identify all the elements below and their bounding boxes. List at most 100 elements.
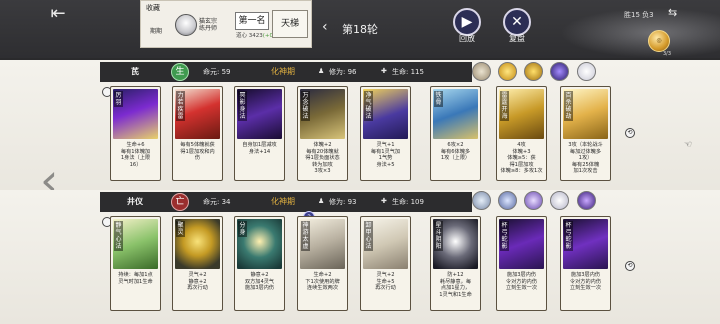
life-value: 34	[221, 198, 231, 206]
card[interactable]: 百杀破劫 3攻（本轮战斗 每加过体魄多 1攻） 每有25体魄 加1次攻击	[560, 86, 611, 181]
card[interactable]: 聚灵 灵气+2 静意+2 再次行动	[172, 216, 223, 311]
skill-gold-icon[interactable]	[524, 62, 543, 81]
card-name: 分身	[238, 221, 247, 237]
realm-badge: 生	[171, 63, 189, 81]
share-icon[interactable]: ⇆	[668, 6, 682, 20]
card-name: 力若疾雷	[176, 91, 185, 121]
score-prefix: 道心	[236, 33, 248, 39]
skill-purple-icon[interactable]	[577, 191, 596, 210]
pointer-icon: ☜	[684, 140, 693, 150]
card-desc: 生命+2 下1次使用的牌 连续生效两次	[305, 272, 340, 291]
card[interactable]: 分身 静意+2 双方加4灵气 施加3层内伤	[234, 216, 285, 311]
favorite-label[interactable]: 收藏	[146, 3, 160, 13]
skill-spiral-icon[interactable]	[524, 191, 543, 210]
card-desc: 灵气+1 每有1灵气加 1气势 身法+5	[370, 142, 401, 168]
gold-coin-icon[interactable]: ◎	[648, 30, 670, 52]
card[interactable]: 万念破法 体魄+2 每有20体魄就 得1层负面状态 转为加攻 3攻×3	[297, 86, 348, 181]
coin-count: 3/3	[663, 51, 672, 57]
view-deck-icon[interactable]: ⟲	[625, 261, 635, 271]
chevron-left-icon[interactable]: ‹	[322, 20, 334, 34]
card[interactable]: 杯弓蛇影 施加3层内伤 令对方的内伤 立刻生效一次	[560, 216, 611, 311]
card-desc: 每有5体魄就获 得1层加攻和内 伤	[180, 142, 215, 161]
rank-badge: 第一名	[235, 12, 269, 30]
skill-white-icon[interactable]	[550, 191, 569, 210]
skill-spiral-icon[interactable]	[498, 191, 517, 210]
score-line: 道心 3423(+0)	[236, 31, 275, 39]
life-value: 59	[221, 68, 231, 76]
skill-gold-icon[interactable]	[498, 62, 517, 81]
ladder-button[interactable]: 天梯	[272, 10, 308, 38]
realm-label: 化神期	[271, 67, 295, 76]
card[interactable]: 厉羽 生命+6 每有1体魄加 1身法（上限 16）	[110, 86, 161, 181]
card-desc: 3攻（本轮战斗 每加过体魄多 1攻） 每有25体魄 加1次攻击	[568, 142, 603, 174]
card-name: 雷霆开海	[500, 91, 509, 121]
hp-icon: ✚	[381, 197, 387, 205]
card-desc: 静意+2 双方加4灵气 施加3层内伤	[244, 272, 275, 291]
card[interactable]: 静气心法 持续：每加1点 灵气时加1生命	[110, 216, 161, 311]
card[interactable]: 星斗阴阳 防+12 耗尽静意，每 点加1星力， 1灵气和1生命	[430, 216, 481, 311]
skill-portrait-icon[interactable]	[472, 62, 491, 81]
card-name: 冥影身法	[238, 91, 247, 121]
life-label: 命元:	[203, 198, 220, 206]
win-loss-record: 胜15 负3	[624, 11, 654, 19]
card-desc: 生命+6 每有1体魄加 1身法（上限 16）	[120, 142, 151, 168]
card[interactable]: 杯弓蛇影 施加3层内伤 令对方的内伤 立刻生效一次	[496, 216, 547, 311]
view-deck-icon[interactable]: ⟲	[625, 128, 635, 138]
hp-label: 生命:	[392, 198, 409, 206]
card-name: 卸甲心法	[364, 221, 373, 251]
hp-icon: ✚	[381, 67, 387, 75]
hp-label: 生命:	[392, 68, 409, 76]
review-label[interactable]: 复盘	[497, 33, 537, 44]
card-desc: 施加3层内伤 令对方的内伤 立刻生效一次	[569, 272, 602, 291]
card-desc: 6攻×2 每有6体魄多 1攻（上限）	[440, 142, 471, 161]
card-name: 杯弓蛇影	[564, 221, 573, 251]
card-name: 星斗阴阳	[434, 221, 443, 251]
card-desc: 灵气+2 静意+2 再次行动	[187, 272, 208, 291]
cultivation-icon: ♟	[318, 67, 325, 75]
card-name: 聚灵	[176, 221, 185, 237]
skill-purple-icon[interactable]	[550, 62, 569, 81]
close-icon[interactable]: ✕	[503, 8, 531, 36]
card[interactable]: 铁骨 6攻×2 每有6体魄多 1攻（上限）	[430, 86, 481, 181]
card[interactable]: 净气破法 灵气+1 每有1灵气加 1气势 身法+5	[360, 86, 411, 181]
round-label: 第18轮	[342, 23, 378, 36]
card-desc: 灵气+2 生命+5 再次行动	[375, 272, 396, 291]
card[interactable]: 力若疾雷 每有5体魄就获 得1层加攻和内 伤	[172, 86, 223, 181]
card-name: 万念破法	[301, 91, 310, 121]
opponent-name: 芪	[131, 67, 139, 76]
skill-white-icon[interactable]	[577, 62, 596, 81]
cultivation-icon: ♟	[318, 197, 325, 205]
cultivation-label: 修为:	[329, 198, 346, 206]
card-name: 净气破法	[364, 91, 373, 121]
player-row-name: 井仪	[127, 197, 143, 206]
card-name: 杯弓蛇影	[500, 221, 509, 251]
card-name: 静气心法	[114, 221, 123, 251]
skill-cloud-icon[interactable]	[472, 191, 491, 210]
card-desc: 施加3层内伤 令对方的内伤 立刻生效一次	[505, 272, 538, 291]
card-name: 百杀破劫	[564, 91, 573, 121]
player-name: 猫玄宗 练丹师	[199, 18, 218, 32]
period-label: 期期	[150, 28, 163, 35]
card[interactable]: 神游太虚 生命+2 下1次使用的牌 连续生效两次	[297, 216, 348, 311]
back-arrow-icon[interactable]: ⇤	[44, 4, 72, 24]
card[interactable]: 冥影身法 自身加1层减攻 身法+14	[234, 86, 285, 181]
card-desc: 持续：每加1点 灵气时加1生命	[118, 272, 153, 285]
card[interactable]: 卸甲心法 灵气+2 生命+5 再次行动	[360, 216, 411, 311]
hp-value: 115	[410, 68, 424, 76]
score-value: 3423	[248, 33, 263, 39]
card-desc: 4攻 体魄+3 体魄≥5：获 得1层加攻 体魄≥8：多攻1次	[500, 142, 543, 174]
card-desc: 防+12 耗尽静意，每 点加1星力， 1灵气和1生命	[439, 272, 472, 298]
card-name: 铁骨	[434, 91, 443, 107]
realm-label: 化神期	[271, 197, 295, 206]
card-name: 厉羽	[114, 91, 123, 107]
realm-badge: 亡	[171, 193, 189, 211]
hp-value: 109	[410, 198, 424, 206]
card-desc: 自身加1层减攻 身法+14	[242, 142, 277, 155]
replay-label[interactable]: 回放	[447, 33, 487, 44]
avatar	[175, 14, 197, 36]
card-desc: 体魄+2 每有20体魄就 得1层负面状态 转为加攻 3攻×3	[305, 142, 340, 174]
cultivation-label: 修为:	[329, 68, 346, 76]
play-icon[interactable]: ▶	[453, 8, 481, 36]
cultivation-value: 96	[347, 68, 357, 76]
card[interactable]: 雷霆开海 4攻 体魄+3 体魄≥5：获 得1层加攻 体魄≥8：多攻1次	[496, 86, 547, 181]
